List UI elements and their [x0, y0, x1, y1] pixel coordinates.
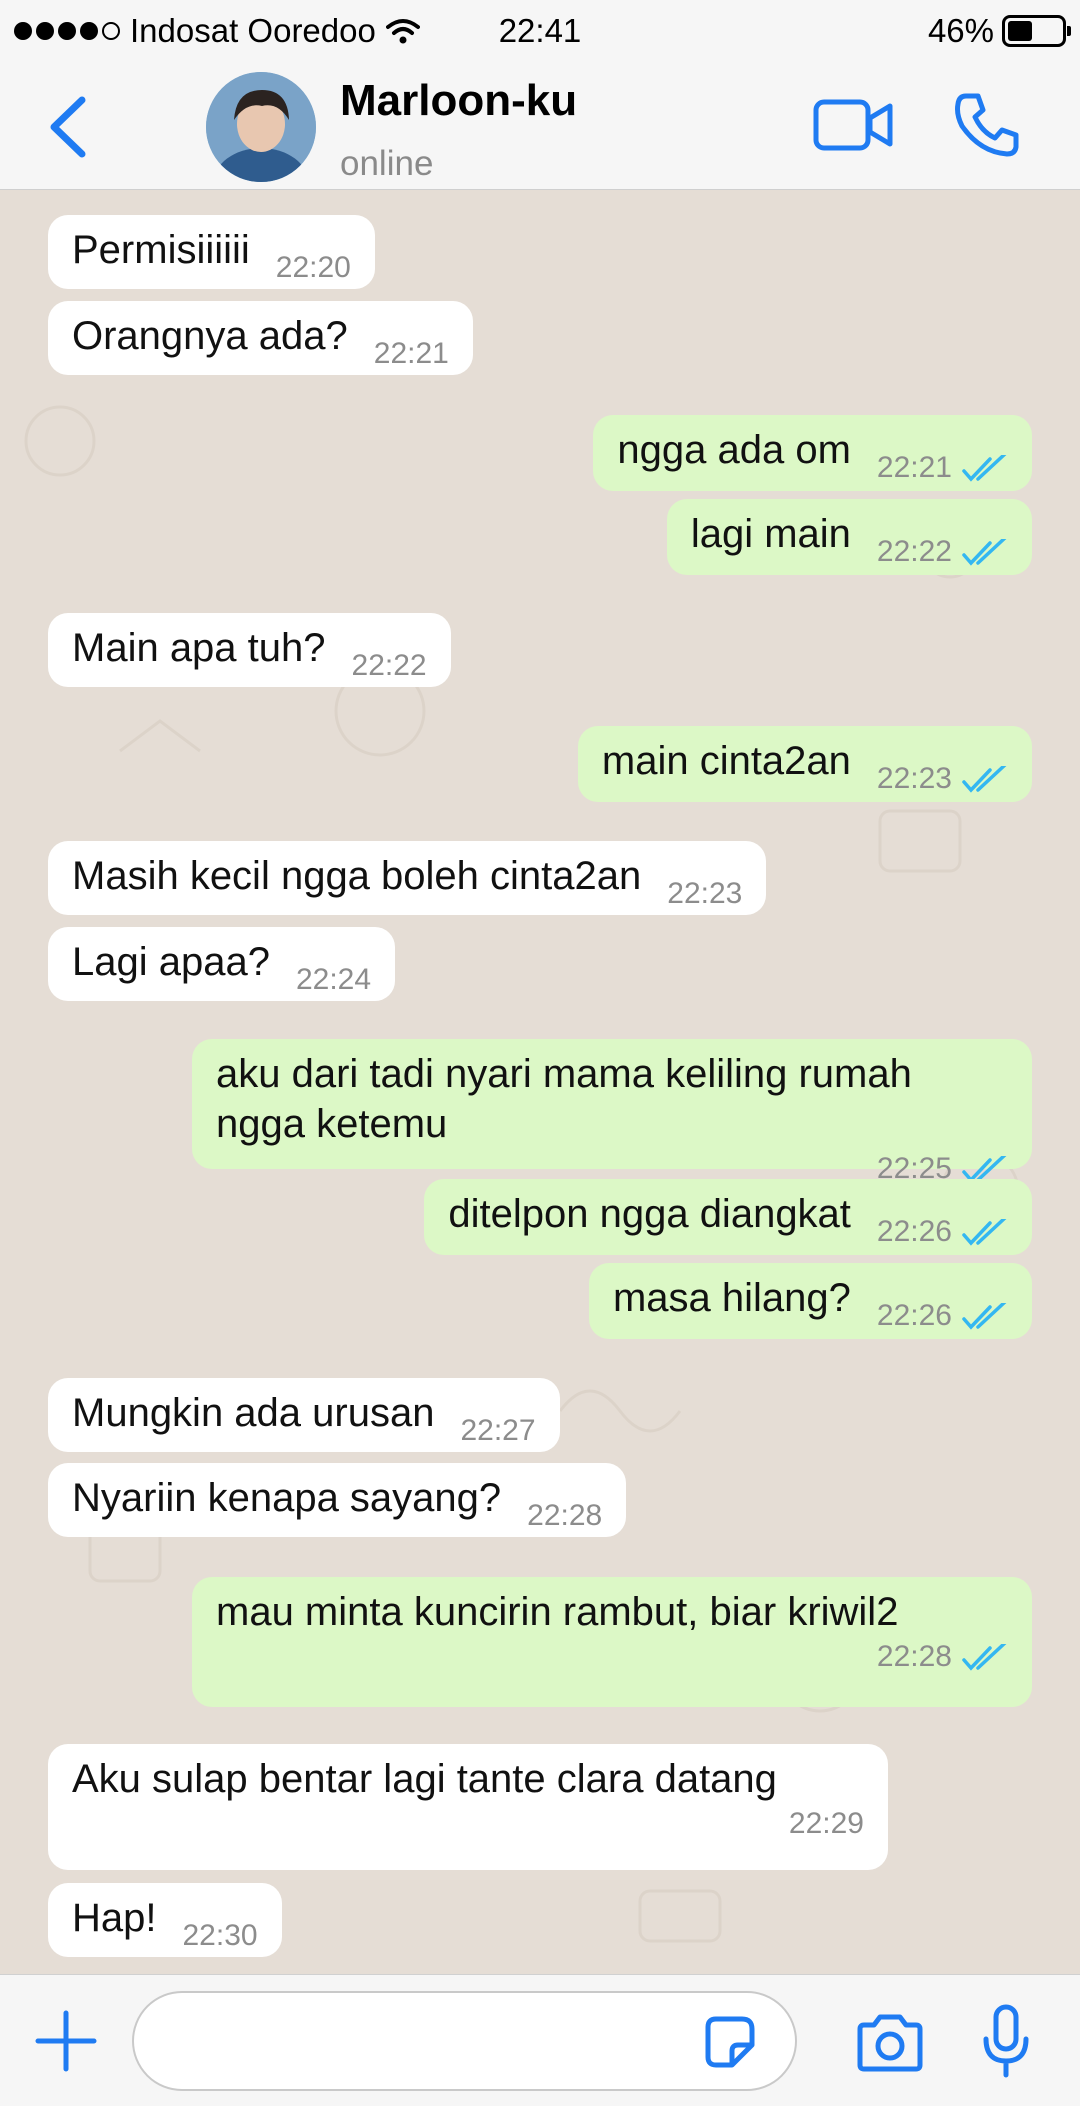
message-bubble[interactable]: mau minta kuncirin rambut, biar kriwil2 2… [192, 1577, 1032, 1707]
message-text: Permisiiiiii [72, 228, 250, 272]
phone-icon[interactable] [952, 90, 1022, 160]
message-text: ditelpon ngga diangkat [448, 1192, 851, 1236]
sticker-icon[interactable] [700, 2013, 758, 2071]
message-bubble[interactable]: ngga ada om 22:21 [593, 415, 1032, 491]
chat-header: Marloon-ku online [0, 62, 1080, 190]
message-time: 22:29 [788, 1807, 864, 1840]
battery-icon [1002, 15, 1071, 47]
read-ticks-icon [962, 1219, 1007, 1246]
message-time: 22:26 [877, 1207, 1008, 1257]
chat-area[interactable]: Permisiiiiii 22:20 Orangnya ada? 22:21 ngg… [0, 191, 1080, 1974]
message-time: 22:26 [877, 1291, 1008, 1341]
message-text: Masih kecil ngga boleh cinta2an [72, 854, 642, 898]
message-text: aku dari tadi nyari mama keliling rumah … [216, 1052, 912, 1146]
message-text: Lagi apaa? [72, 940, 270, 984]
message-bubble[interactable]: Masih kecil ngga boleh cinta2an 22:23 [48, 841, 767, 915]
camera-icon[interactable] [854, 2013, 926, 2073]
message-bubble[interactable]: Aku sulap bentar lagi tante clara datang… [48, 1744, 888, 1870]
message-text: Nyariin kenapa sayang? [72, 1476, 502, 1520]
read-ticks-icon [962, 766, 1007, 793]
message-text: mau minta kuncirin rambut, biar kriwil2 [216, 1590, 899, 1634]
message-time: 22:24 [295, 963, 372, 996]
message-bubble[interactable]: Permisiiiiii 22:20 [48, 215, 375, 289]
read-ticks-icon [962, 539, 1007, 566]
status-bar: Indosat Ooredoo 22:41 46% [0, 0, 1080, 62]
read-ticks-icon [962, 455, 1007, 482]
message-bubble[interactable]: masa hilang? 22:26 [588, 1263, 1032, 1341]
message-text: masa hilang? [612, 1276, 851, 1320]
status-right: 46% [927, 12, 1071, 50]
message-time: 22:20 [275, 251, 351, 284]
message-bubble[interactable]: Mungkin ada urusan 22:27 [48, 1378, 560, 1452]
message-text: ngga ada om [617, 428, 851, 472]
plus-icon[interactable] [34, 2009, 98, 2073]
contact-name[interactable]: Marloon-ku [340, 76, 577, 126]
status-time: 22:41 [498, 12, 582, 49]
chevron-left-icon[interactable] [44, 92, 94, 162]
read-ticks-icon [962, 1644, 1007, 1671]
message-time: 22:27 [460, 1414, 536, 1447]
input-bar [0, 1974, 1080, 2106]
message-time: 22:23 [877, 754, 1008, 804]
message-bubble[interactable]: Main apa tuh? 22:22 [48, 613, 451, 687]
message-text: Mungkin ada urusan [72, 1391, 435, 1435]
message-time: 22:28 [216, 1637, 1008, 1677]
avatar[interactable] [206, 72, 316, 182]
message-time: 22:23 [667, 877, 743, 910]
message-time: 22:21 [373, 337, 449, 370]
message-bubble[interactable]: ditelpon ngga diangkat 22:26 [424, 1179, 1032, 1255]
message-bubble[interactable]: Lagi apaa? 22:24 [48, 927, 396, 1001]
message-text: lagi main [690, 512, 851, 556]
message-bubble[interactable]: Nyariin kenapa sayang? 22:28 [48, 1463, 627, 1537]
battery-percent: 46% [927, 12, 994, 49]
message-time: 22:21 [877, 443, 1008, 493]
microphone-icon[interactable] [980, 2003, 1032, 2081]
message-text: Orangnya ada? [72, 314, 348, 358]
read-ticks-icon [962, 1303, 1007, 1330]
contact-status: online [340, 144, 434, 183]
message-text: Hap! [72, 1896, 157, 1940]
message-bubble[interactable]: Hap! 22:30 [48, 1883, 282, 1957]
message-time: 22:28 [527, 1499, 603, 1532]
message-text: Main apa tuh? [72, 626, 326, 670]
message-time: 22:22 [351, 649, 427, 682]
message-input[interactable] [132, 1991, 797, 2091]
message-bubble[interactable]: main cinta2an 22:23 [577, 726, 1032, 804]
message-time: 22:30 [182, 1919, 258, 1952]
message-text: main cinta2an [601, 739, 851, 783]
message-bubble[interactable]: lagi main 22:22 [666, 499, 1032, 577]
video-call-icon[interactable] [812, 90, 894, 160]
message-text: Aku sulap bentar lagi tante clara datang [72, 1757, 777, 1801]
message-time: 22:22 [877, 527, 1008, 577]
message-bubble[interactable]: Orangnya ada? 22:21 [48, 301, 473, 375]
message-bubble[interactable]: aku dari tadi nyari mama keliling rumah … [192, 1039, 1032, 1185]
